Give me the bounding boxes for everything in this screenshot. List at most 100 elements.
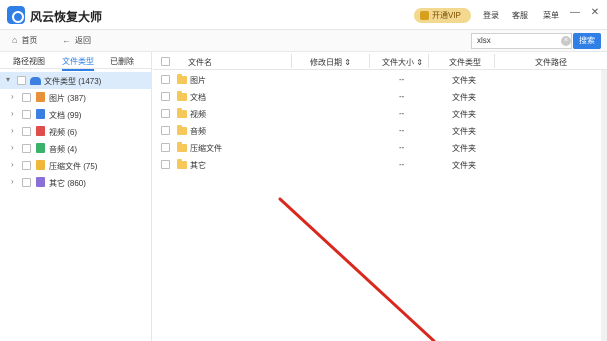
column-divider (291, 54, 292, 68)
row-checkbox[interactable] (161, 75, 170, 84)
back-button[interactable]: ← 返回 (62, 35, 91, 46)
app-title: 风云恢复大师 (30, 10, 103, 24)
tree-item-video[interactable]: › 视频 (6) (0, 123, 152, 140)
file-table: 文件名 修改日期 ⇕ 文件大小 ⇕ 文件类型 文件路径 图片 -- 文件夹 文档… (153, 52, 607, 341)
app-logo-icon (7, 6, 25, 24)
tree-checkbox[interactable] (22, 178, 31, 187)
row-checkbox[interactable] (161, 109, 170, 118)
tree-item-label: 图片 (387) (49, 94, 86, 103)
left-panel: 路径视图 文件类型 已删除 ▾ 文件类型 (1473) › 图片 (387) ›… (0, 52, 152, 341)
tree-root[interactable]: ▾ 文件类型 (1473) (0, 72, 152, 89)
folder-icon (177, 91, 187, 101)
tree-item-audio[interactable]: › 音频 (4) (0, 140, 152, 157)
expand-arrow-icon[interactable]: ▾ (6, 75, 10, 84)
tree-item-archives[interactable]: › 压缩文件 (75) (0, 157, 152, 174)
tree-root-label: 文件类型 (1473) (44, 77, 102, 86)
tab-deleted[interactable]: 已删除 (110, 56, 134, 67)
table-row[interactable]: 音频 -- 文件夹 (153, 122, 607, 139)
file-name: 音频 (190, 127, 206, 136)
expand-arrow-icon[interactable]: › (11, 160, 14, 169)
back-label: 返回 (75, 36, 91, 45)
file-type: 文件夹 (452, 144, 476, 153)
nav-bar: ⌂ 首页 ← 返回 xlsx × 搜索 (0, 30, 607, 52)
table-row[interactable]: 压缩文件 -- 文件夹 (153, 139, 607, 156)
left-tabs: 路径视图 文件类型 已删除 (0, 52, 152, 71)
clear-search-icon[interactable]: × (561, 36, 571, 46)
sort-icon: ⇕ (416, 58, 423, 67)
file-size: -- (399, 126, 405, 135)
help-link[interactable]: 客服 (512, 10, 528, 21)
tree-item-images[interactable]: › 图片 (387) (0, 89, 152, 106)
tree-checkbox[interactable] (22, 144, 31, 153)
tree-item-label: 其它 (860) (49, 179, 86, 188)
tree-item-label: 音频 (4) (49, 145, 77, 154)
title-bar: 风云恢复大师 开通VIP 登录 客服 菜单 — ✕ (0, 0, 607, 30)
col-date[interactable]: 修改日期 ⇕ (310, 57, 351, 68)
tree-item-label: 文档 (99) (49, 111, 82, 120)
tree-item-documents[interactable]: › 文档 (99) (0, 106, 152, 123)
folder-icon (177, 125, 187, 135)
tree-checkbox[interactable] (22, 127, 31, 136)
row-checkbox[interactable] (161, 160, 170, 169)
video-icon (36, 126, 45, 136)
col-size[interactable]: 文件大小 ⇕ (382, 57, 423, 68)
row-checkbox[interactable] (161, 143, 170, 152)
col-path[interactable]: 文件路径 (535, 57, 567, 68)
folder-icon (177, 108, 187, 118)
document-icon (36, 109, 45, 119)
search-input[interactable]: xlsx (471, 33, 572, 49)
vip-button[interactable]: 开通VIP (414, 8, 471, 23)
expand-arrow-icon[interactable]: › (11, 177, 14, 186)
col-type[interactable]: 文件类型 (449, 57, 481, 68)
table-row[interactable]: 文档 -- 文件夹 (153, 88, 607, 105)
expand-arrow-icon[interactable]: › (11, 92, 14, 101)
file-type: 文件夹 (452, 161, 476, 170)
tab-file-type[interactable]: 文件类型 (62, 56, 94, 71)
tree-checkbox[interactable] (17, 76, 26, 85)
close-icon[interactable]: ✕ (588, 6, 602, 20)
minimize-icon[interactable]: — (568, 6, 582, 20)
search-button[interactable]: 搜索 (573, 33, 601, 49)
table-header: 文件名 修改日期 ⇕ 文件大小 ⇕ 文件类型 文件路径 (153, 52, 607, 70)
tree-checkbox[interactable] (22, 161, 31, 170)
tree-item-label: 视频 (6) (49, 128, 77, 137)
tree-checkbox[interactable] (22, 93, 31, 102)
other-file-icon (36, 177, 45, 187)
back-arrow-icon: ← (62, 35, 71, 45)
table-row[interactable]: 其它 -- 文件夹 (153, 156, 607, 173)
tree-checkbox[interactable] (22, 110, 31, 119)
crown-icon (420, 11, 429, 20)
file-name: 文档 (190, 93, 206, 102)
column-divider (494, 54, 495, 68)
file-name: 压缩文件 (190, 144, 222, 153)
col-name[interactable]: 文件名 (188, 57, 212, 68)
tree-item-other[interactable]: › 其它 (860) (0, 174, 152, 191)
home-icon: ⌂ (12, 35, 18, 45)
expand-arrow-icon[interactable]: › (11, 143, 14, 152)
file-size: -- (399, 160, 405, 169)
row-checkbox[interactable] (161, 126, 170, 135)
tab-path-view[interactable]: 路径视图 (13, 56, 45, 67)
home-button[interactable]: ⌂ 首页 (12, 35, 37, 46)
file-size: -- (399, 109, 405, 118)
folder-icon (177, 74, 187, 84)
folder-icon (177, 142, 187, 152)
col-size-label: 文件大小 (382, 58, 414, 67)
drive-icon (30, 77, 41, 85)
table-row[interactable]: 图片 -- 文件夹 (153, 71, 607, 88)
file-name: 其它 (190, 161, 206, 170)
file-type: 文件夹 (452, 110, 476, 119)
audio-icon (36, 143, 45, 153)
select-all-checkbox[interactable] (161, 57, 170, 66)
table-row[interactable]: 视频 -- 文件夹 (153, 105, 607, 122)
login-link[interactable]: 登录 (483, 10, 499, 21)
folder-icon (177, 159, 187, 169)
expand-arrow-icon[interactable]: › (11, 109, 14, 118)
expand-arrow-icon[interactable]: › (11, 126, 14, 135)
row-checkbox[interactable] (161, 92, 170, 101)
archive-icon (36, 160, 45, 170)
file-type: 文件夹 (452, 93, 476, 102)
vertical-scrollbar[interactable] (601, 70, 607, 341)
menu-link[interactable]: 菜单 (543, 10, 559, 21)
file-size: -- (399, 75, 405, 84)
